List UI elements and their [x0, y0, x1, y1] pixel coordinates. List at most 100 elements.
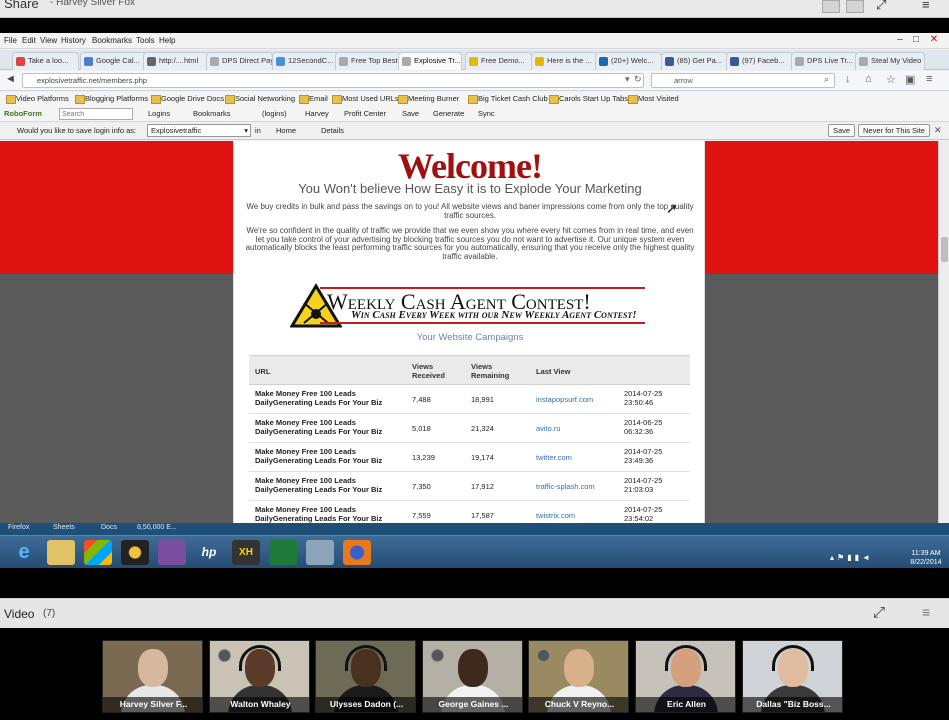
bookmark-most-used-urls[interactable]: Most Used URLs	[332, 94, 399, 104]
bookmark-big-ticket-cash-club[interactable]: Big Ticket Cash Club	[468, 94, 548, 104]
reload-icon[interactable]: ↻	[634, 74, 642, 85]
close-icon[interactable]: ✕	[934, 125, 942, 136]
menu-tools[interactable]: Tools	[136, 36, 155, 45]
firefox-icon[interactable]	[343, 540, 371, 565]
network-icon[interactable]	[306, 540, 334, 565]
save-button[interactable]: Save	[828, 124, 856, 137]
tab-google-calendar[interactable]: Google Cal...	[80, 52, 147, 70]
bookmark-most-visited[interactable]: Most Visited	[628, 94, 679, 104]
tab-free-demo[interactable]: Free Demo...	[465, 52, 532, 70]
muted-mic-icon	[537, 649, 550, 662]
folder-select[interactable]: Home	[276, 126, 296, 135]
participant-tile[interactable]: Walton Whaley	[209, 640, 310, 713]
expand-icon[interactable]: ⤢	[873, 604, 885, 621]
bookmark-carols-start-up-tabs[interactable]: Carols Start Up Tabs	[549, 94, 628, 104]
roboform-profit-center[interactable]: Profit Center	[344, 109, 386, 118]
roboform-generate[interactable]: Generate	[433, 109, 464, 118]
tab-facebook-85[interactable]: (85) Get Pa...	[661, 52, 728, 70]
participant-tile[interactable]: Chuck V Reyno...	[528, 640, 629, 713]
tab-explosive-traffic[interactable]: Explosive Tr...	[398, 52, 462, 70]
bookmark-email[interactable]: Email	[299, 94, 328, 104]
dropdown-icon[interactable]: ▾	[625, 74, 630, 85]
windows-media-icon[interactable]	[84, 540, 112, 565]
layout-alt-icon[interactable]	[846, 0, 864, 13]
tab-take-a-look[interactable]: Take a loo...	[12, 52, 79, 70]
bookmark-blogging-platforms[interactable]: Blogging Platforms	[75, 94, 148, 104]
download-icon[interactable]: ↓	[845, 73, 851, 85]
internet-explorer-icon[interactable]: e	[10, 540, 38, 565]
hp-icon[interactable]: hp	[195, 540, 223, 565]
bookmark-social-networking[interactable]: Social Networking	[225, 94, 295, 104]
login-name-value: Explosivetraffic	[151, 126, 202, 135]
media-player-icon[interactable]	[121, 540, 149, 565]
onenote-icon[interactable]	[158, 540, 186, 565]
bookmark-google-drive-docs[interactable]: Google Drive Docs	[151, 94, 224, 104]
details-button[interactable]: Details	[321, 126, 344, 135]
subheading: You Won't believe How Easy it is to Expl…	[298, 181, 642, 196]
menu-edit[interactable]: Edit	[22, 36, 36, 45]
row-source-link[interactable]: instapopsurf.com	[536, 395, 593, 405]
expand-icon[interactable]: ⤢	[876, 0, 886, 13]
roboform-logins-alt[interactable]: (logins)	[262, 109, 287, 118]
roboform-logins[interactable]: Logins	[148, 109, 170, 118]
layout-icon[interactable]	[822, 0, 840, 13]
contest-subtitle[interactable]: Win Cash Every Week with our New Weekly …	[351, 309, 637, 321]
home-icon[interactable]: ⌂	[865, 73, 872, 85]
participant-tile[interactable]: George Gaines ...	[422, 640, 523, 713]
tab-dps-live[interactable]: DPS Live Tr...	[791, 52, 858, 70]
taskbar-clock[interactable]: 11:39 AM 8/22/2014	[903, 549, 949, 567]
tab-facebook-97[interactable]: (97) Faceb...	[726, 52, 793, 70]
excel-icon[interactable]	[269, 540, 297, 565]
roboform-brand[interactable]: RoboForm	[4, 109, 42, 118]
close-icon[interactable]: ✕	[927, 34, 941, 46]
menu-bookmarks[interactable]: Bookmarks	[92, 36, 132, 45]
tab-free-top-best[interactable]: Free Top Best P...	[335, 52, 402, 70]
roboform-bookmarks[interactable]: Bookmarks	[193, 109, 231, 118]
participant-tile[interactable]: Dallas "Biz Boss...	[742, 640, 843, 713]
search-icon[interactable]: ⌕	[824, 74, 829, 85]
participant-tile[interactable]: Harvey Silver F...	[102, 640, 203, 713]
row-source-link[interactable]: twistrix.com	[536, 511, 575, 521]
url-bar[interactable]: explosivetraffic.net/members.php	[22, 73, 644, 88]
roboform-sync[interactable]: Sync	[478, 109, 495, 118]
tab-12second[interactable]: 12SecondC...	[272, 52, 339, 70]
menu-view[interactable]: View	[40, 36, 57, 45]
bookmark-meeting-burner[interactable]: Meeting Burner	[398, 94, 459, 104]
scrollbar-thumb[interactable]	[941, 237, 948, 262]
menu-icon[interactable]: ≡	[922, 604, 930, 620]
menu-icon[interactable]: ≡	[926, 73, 932, 85]
menu-icon[interactable]: ≡	[922, 0, 930, 12]
login-name-select[interactable]: Explosivetraffic ▾	[147, 124, 251, 137]
system-tray-icons[interactable]: ▴⚑▮▮◄	[830, 553, 873, 562]
row-source-link[interactable]: traffic-splash.com	[536, 482, 595, 492]
tab-label: Explosive Tr...	[414, 56, 461, 65]
tab-dps-direct-pay[interactable]: DPS Direct Pay ...	[206, 52, 273, 70]
menu-help[interactable]: Help	[159, 36, 175, 45]
participant-tile[interactable]: Ulysses Dadon (...	[315, 640, 416, 713]
row-source-link[interactable]: twitter.com	[536, 453, 572, 463]
xhost-icon[interactable]: XH	[232, 540, 260, 565]
back-icon[interactable]: ◄	[5, 73, 16, 85]
scrollbar[interactable]	[938, 141, 949, 523]
roboform-harvey[interactable]: Harvey	[305, 109, 329, 118]
participant-tile[interactable]: Eric Allen	[635, 640, 736, 713]
maximize-icon[interactable]: □	[909, 34, 923, 46]
video-count: (7)	[43, 608, 56, 619]
clipboard-icon[interactable]: ▣	[905, 73, 915, 86]
roboform-save[interactable]: Save	[402, 109, 419, 118]
tab-linkedin[interactable]: (20+) Welc...	[595, 52, 662, 70]
tab-html[interactable]: http:/....html	[143, 52, 210, 70]
bookmark-video-platforms[interactable]: Video Platforms	[6, 94, 69, 104]
roboform-search-input[interactable]	[59, 108, 133, 120]
never-for-this-site-button[interactable]: Never for This Site	[858, 124, 930, 137]
tab-here-is-the[interactable]: Here is the ...	[531, 52, 598, 70]
file-explorer-icon[interactable]	[47, 540, 75, 565]
search-input[interactable]: arrow	[651, 73, 835, 88]
linkedin-icon	[599, 57, 608, 66]
minimize-icon[interactable]: –	[893, 34, 907, 46]
row-source-link[interactable]: avito.ru	[536, 424, 561, 434]
bookmark-star-icon[interactable]: ☆	[886, 73, 896, 86]
menu-file[interactable]: File	[4, 36, 17, 45]
tab-steal-my-video[interactable]: Steal My Video ...	[855, 52, 925, 70]
menu-history[interactable]: History	[61, 36, 86, 45]
